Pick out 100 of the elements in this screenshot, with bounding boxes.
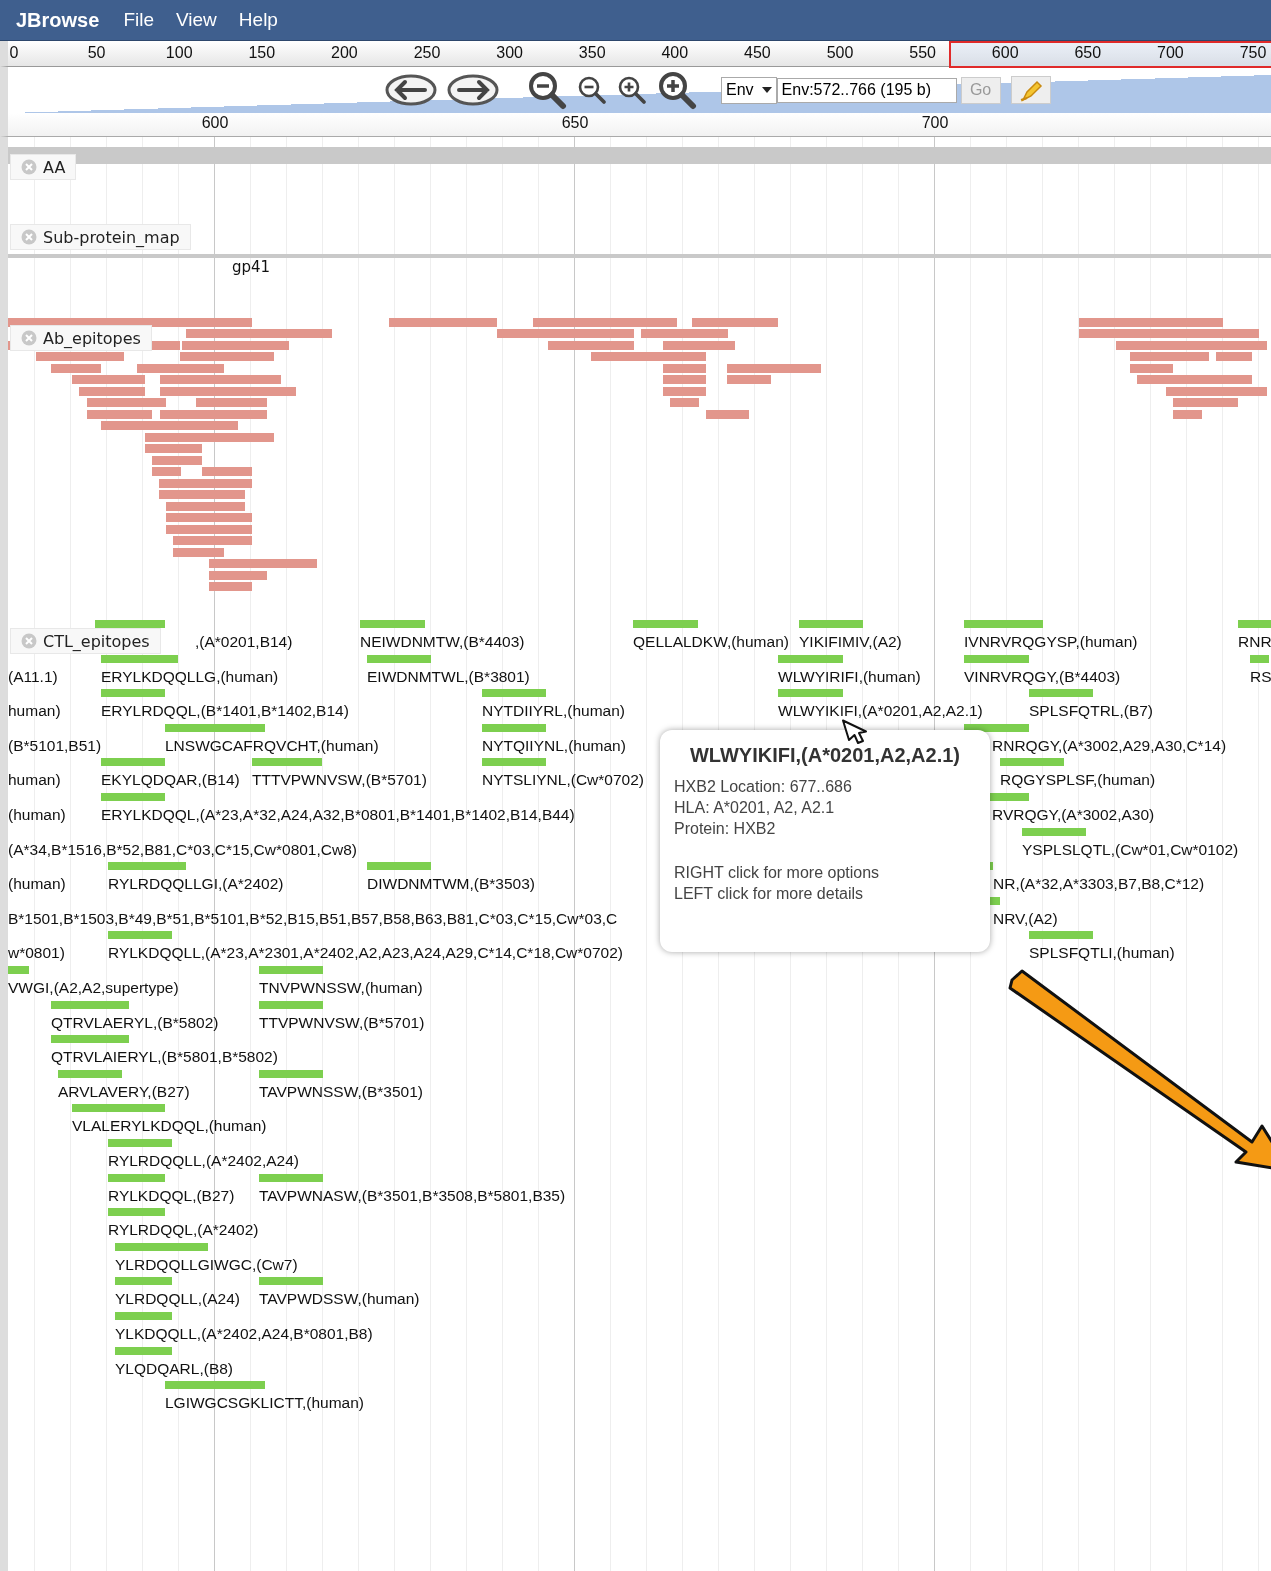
reference-select[interactable]: Env [721,76,777,104]
feature-bar[interactable] [482,758,546,767]
feature-label[interactable]: TNVPWNSSW,(human) [259,979,423,997]
feature-label[interactable]: DIWDNMTWM,(B*3503) [367,875,535,894]
zoom-out-button[interactable] [577,75,607,105]
track-label[interactable]: AA [10,154,77,180]
feature-bar[interactable] [72,1104,165,1113]
location-field[interactable]: Env:572..766 (195 b) [776,77,957,103]
close-icon[interactable] [21,330,37,346]
feature-label[interactable]: TTVPWNVSW,(B*5701) [259,1013,425,1032]
feature-label[interactable]: WLWYIRIFI,(human) [778,667,921,686]
feature-label[interactable]: LGIWGCSGKLICTT,(human) [165,1394,364,1413]
feature-label[interactable]: TAVPWNSSW,(B*3501) [259,1082,423,1101]
feature-bar[interactable] [108,1173,165,1182]
feature-label[interactable]: TAVPWDSSW,(human) [259,1290,420,1309]
feature-label[interactable]: (A11.1) [8,667,58,686]
menu-item[interactable]: File [123,9,154,31]
feature-bar[interactable] [964,654,1029,663]
feature-label[interactable]: YLRDQQLL,(A24) [115,1290,240,1309]
feature-label[interactable]: SPLSFQTRL,(B7) [1029,702,1154,721]
feature-bar[interactable] [778,689,843,698]
feature-bar[interactable] [1029,931,1093,940]
feature-label[interactable]: RYLKDQQL,(B27) [108,1186,235,1205]
feature-label[interactable]: RNRQGY,(A*3002,A29,A30,C*14) [992,736,1227,755]
feature-label[interactable]: YLKDQQLL,(A*2402,A24,B*0801,B8) [115,1325,373,1343]
feature-label[interactable]: WLWYIKIFI,(A*0201,A2,A2.1) [778,702,983,721]
feature-label[interactable]: NYTQIIYNL,(human) [482,736,626,755]
feature-label[interactable]: NR,(A*32,A*3303,B7,B8,C*12) [993,875,1205,894]
feature-label[interactable]: human) [8,702,61,721]
feature-bar[interactable] [482,723,546,732]
feature-label[interactable]: ERYLKDQQLLG,(human) [101,667,279,686]
feature-bar[interactable] [115,1242,208,1251]
feature-label[interactable]: RQGYSPLSF,(human) [1000,771,1156,790]
feature-label[interactable]: YLQDQARL,(B8) [115,1359,233,1378]
feature-label[interactable]: RNR [1238,633,1271,651]
highlight-button[interactable] [1010,76,1051,104]
feature-bar[interactable] [1000,758,1064,767]
feature-label[interactable]: SPLSFQTLI,(human) [1029,944,1175,963]
menu-item[interactable]: View [176,9,217,31]
feature-label[interactable]: YIKIFIMIV,(A2) [799,633,902,651]
feature-label[interactable]: IVNRVRQGYSP,(human) [964,633,1138,651]
feature-label[interactable]: YSPLSLQTL,(Cw*01,Cw*0102) [1022,840,1239,859]
feature-label[interactable]: ERYLKDQQL,(A*23,A*32,A24,A32,B*0801,B*1401,B*1402,B14,B44) [101,806,575,824]
feature-label[interactable]: YLRDQQLLGIWGC,(Cw7) [115,1255,298,1274]
feature-label[interactable]: RVRQGY,(A*3002,A30) [992,806,1155,824]
track-label[interactable]: CTL_epitopes [10,628,161,654]
feature-bar[interactable] [367,862,431,871]
feature-label[interactable]: ERYLRDQQL,(B*1401,B*1402,B14) [101,702,349,721]
feature-bar[interactable] [51,1000,129,1009]
feature-bar[interactable] [482,689,546,698]
feature-bar[interactable] [252,758,322,767]
feature-label[interactable]: gp41 [232,258,271,276]
feature-bar[interactable] [259,1000,323,1009]
feature-bar[interactable] [1250,654,1269,663]
feature-label[interactable]: w*0801) [8,944,65,963]
close-icon[interactable] [21,633,37,649]
feature-label[interactable]: NYTDIIYRL,(human) [482,702,625,721]
feature-label[interactable]: VWGI,(A2,A2,supertype) [8,979,179,997]
track-label[interactable]: Sub-protein_map [10,224,191,250]
feature-bar[interactable] [101,654,178,663]
feature-bar[interactable] [165,723,265,732]
feature-label[interactable]: VLALERYLKDQQL,(human) [72,1117,267,1136]
feature-bar[interactable] [101,758,165,767]
feature-bar[interactable] [259,1069,323,1078]
feature-label[interactable]: human) [8,771,61,790]
feature-label[interactable]: QTRVLAIERYL,(B*5801,B*5802) [51,1048,278,1067]
feature-bar[interactable] [964,723,1029,732]
feature-bar[interactable] [115,1277,172,1286]
feature-label[interactable]: RYLRDQQLLGI,(A*2402) [108,875,284,894]
feature-bar[interactable] [108,862,186,871]
feature-label[interactable]: RS [1250,667,1271,686]
feature-bar[interactable] [1022,827,1086,836]
back-button[interactable] [385,74,437,106]
feature-label[interactable]: NRV,(A2) [993,909,1058,928]
close-icon[interactable] [21,159,37,175]
feature-label[interactable]: EIWDNMTWL,(B*3801) [367,667,530,686]
feature-label[interactable]: RYLRDQQL,(A*2402) [108,1221,259,1240]
feature-label[interactable]: (human) [8,806,66,824]
feature-bar[interactable] [367,654,431,663]
feature-bar[interactable] [778,654,843,663]
zoom-out-button[interactable] [527,70,567,110]
zoom-in-button[interactable] [617,75,647,105]
feature-bar[interactable] [1029,689,1093,698]
feature-bar[interactable] [58,1069,122,1078]
feature-label[interactable]: TAVPWNASW,(B*3501,B*3508,B*5801,B35) [259,1186,566,1205]
feature-bar[interactable] [115,1346,172,1355]
feature-label[interactable]: NYTSLIYNL,(Cw*0702) [482,771,644,790]
track-label[interactable]: Ab_epitopes [10,325,152,351]
feature-label[interactable]: (human) [8,875,66,894]
feature-label[interactable]: NEIWDNMTW,(B*4403) [360,633,525,651]
feature-bar[interactable] [51,1035,129,1044]
menu-item[interactable]: Help [238,9,278,31]
feature-label[interactable]: ,(A*0201,B14) [195,633,293,651]
feature-label[interactable]: (A*34,B*1516,B*52,B81,C*03,C*15,Cw*0801,Cw8) [8,840,357,859]
feature-label[interactable]: QTRVLAERYL,(B*5802) [51,1013,219,1032]
feature-label[interactable]: (B*5101,B51) [8,736,102,755]
feature-label[interactable]: ARVLAVERY,(B27) [58,1082,190,1101]
forward-button[interactable] [447,74,499,106]
feature-label[interactable]: EKYLQDQAR,(B14) [101,771,240,790]
overview-ruler[interactable]: 0 50 100 150 200 250 300 350 400 450 500 550 600 650 700 750 [0,41,1271,67]
